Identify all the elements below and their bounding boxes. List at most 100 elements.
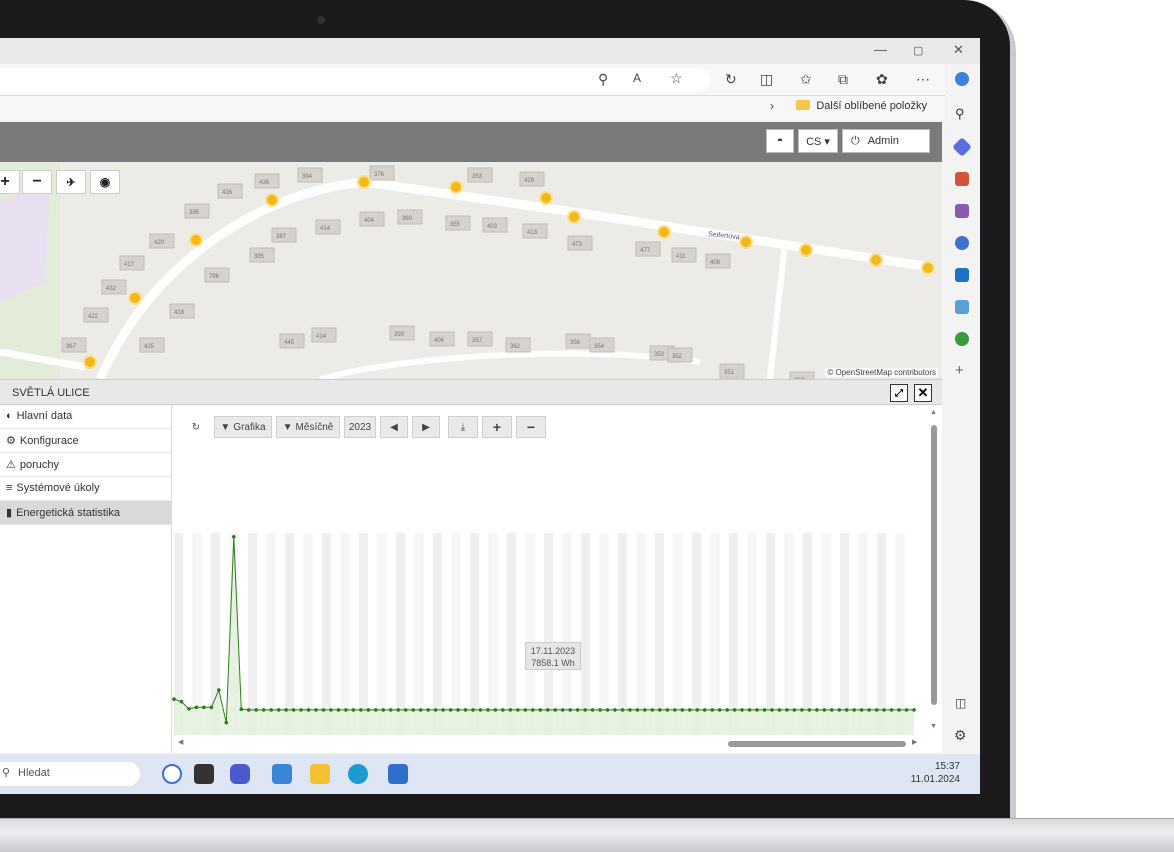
favorites-icon[interactable]: ✩	[800, 71, 812, 88]
chart-point[interactable]	[575, 708, 580, 712]
street-lamp-marker[interactable]	[539, 191, 553, 205]
chart-point[interactable]	[276, 708, 281, 712]
chart-point[interactable]	[717, 708, 722, 712]
chart-point[interactable]	[359, 708, 363, 712]
chart-point[interactable]	[852, 708, 857, 712]
collections-icon[interactable]: ⧉	[838, 71, 848, 88]
scroll-left-icon[interactable]: ◀	[178, 738, 183, 746]
map-attribution[interactable]: © OpenStreetMap contributors	[825, 368, 938, 377]
chart-point[interactable]	[179, 699, 184, 704]
chart-point[interactable]	[785, 708, 789, 712]
chart-point[interactable]	[889, 708, 894, 712]
satellite-icon[interactable]: ✈	[56, 170, 86, 194]
chart-point[interactable]	[209, 705, 214, 710]
shopping-icon[interactable]	[952, 137, 972, 157]
chart-point[interactable]	[882, 708, 886, 712]
chart-point[interactable]	[493, 708, 498, 712]
chart-point[interactable]	[740, 708, 744, 712]
chart-point[interactable]	[224, 720, 229, 725]
chart-point[interactable]	[680, 708, 685, 712]
street-lamp-marker[interactable]	[657, 225, 671, 239]
address-bar[interactable]: ⚲ A ☆	[0, 68, 710, 92]
street-lamp-marker[interactable]	[567, 210, 581, 224]
chart-point[interactable]	[433, 708, 438, 712]
outlook-icon[interactable]	[955, 268, 969, 282]
chart-point[interactable]	[710, 708, 714, 712]
chart-point[interactable]	[867, 708, 871, 712]
chart-point[interactable]	[829, 708, 834, 712]
chart-point[interactable]	[725, 708, 729, 712]
chart-point[interactable]	[687, 708, 692, 712]
chart-point[interactable]	[777, 708, 782, 712]
games-icon[interactable]	[955, 204, 969, 218]
chart-point[interactable]	[747, 708, 752, 712]
chart-point[interactable]	[702, 708, 707, 712]
chart-point[interactable]	[231, 534, 236, 539]
chart-point[interactable]	[321, 708, 326, 712]
add-icon[interactable]: +	[955, 362, 964, 379]
chart-point[interactable]	[388, 708, 393, 712]
chart-point[interactable]	[859, 708, 864, 712]
street-lamp-marker[interactable]	[869, 253, 883, 267]
favorites-folder[interactable]: Další oblíbené položky	[796, 100, 927, 112]
chart-point[interactable]	[650, 708, 655, 712]
chart-point[interactable]	[299, 708, 303, 712]
locate-icon[interactable]: ◉	[90, 170, 120, 194]
chart-point[interactable]	[568, 708, 572, 712]
map[interactable]: 394 376 353 429 436 436 395 404 360 355 403 413 387 4…	[0, 162, 942, 379]
search-icon[interactable]: ⚲	[955, 106, 965, 122]
close-window-icon[interactable]: ✕	[953, 42, 964, 58]
edge-icon[interactable]	[348, 764, 368, 784]
chart-point[interactable]	[620, 708, 625, 712]
chart-point[interactable]	[605, 708, 610, 712]
chart-point[interactable]	[239, 707, 244, 711]
chart-point[interactable]	[351, 708, 356, 712]
chart-point[interactable]	[217, 688, 221, 692]
street-lamp-marker[interactable]	[357, 175, 371, 189]
maximize-icon[interactable]: ▢	[913, 44, 923, 57]
street-lamp-marker[interactable]	[128, 291, 142, 305]
street-lamp-marker[interactable]	[265, 193, 279, 207]
chart-point[interactable]	[844, 708, 849, 712]
chart-point[interactable]	[344, 708, 348, 712]
chart-point[interactable]	[426, 708, 430, 712]
scroll-down-icon[interactable]: ▼	[930, 723, 937, 730]
chart-point[interactable]	[904, 708, 909, 712]
street-lamp-marker[interactable]	[449, 180, 463, 194]
hscrollbar-thumb[interactable]	[728, 741, 906, 747]
chart-point[interactable]	[329, 708, 333, 712]
street-lamp-marker[interactable]	[921, 261, 935, 275]
chart-point[interactable]	[471, 708, 475, 712]
chart-point[interactable]	[284, 708, 288, 712]
read-aloud-icon[interactable]: A	[633, 71, 641, 85]
menu-item[interactable]: ≡ Systémové úkoly	[0, 477, 171, 501]
chart-point[interactable]	[822, 708, 827, 712]
expand-icon[interactable]: ⤢	[890, 384, 908, 402]
menu-item[interactable]: ⚙ Konfigurace	[0, 429, 171, 453]
menu-item[interactable]: ◐ Hlavní data	[0, 405, 171, 429]
scroll-up-icon[interactable]: ▲	[930, 409, 937, 416]
chart-point[interactable]	[897, 708, 901, 712]
chart-point[interactable]	[396, 708, 401, 712]
chart-point[interactable]	[530, 708, 535, 712]
street-lamp-marker[interactable]	[189, 233, 203, 247]
chart-point[interactable]	[403, 708, 408, 712]
teams-icon[interactable]	[230, 764, 250, 784]
copilot-icon[interactable]	[955, 72, 969, 86]
chart-point[interactable]	[912, 708, 916, 712]
chart-point[interactable]	[441, 708, 445, 712]
chart-point[interactable]	[418, 708, 423, 712]
chart-point[interactable]	[538, 708, 543, 712]
bing-icon[interactable]	[162, 764, 182, 784]
scroll-right-icon[interactable]: ▶	[912, 738, 917, 746]
chart-point[interactable]	[501, 708, 505, 712]
file-explorer-icon[interactable]	[310, 764, 330, 784]
chart-point[interactable]	[411, 708, 415, 712]
chart-point[interactable]	[874, 708, 879, 712]
chart-point[interactable]	[837, 708, 842, 712]
chart-point[interactable]	[643, 708, 647, 712]
chart-point[interactable]	[246, 708, 251, 712]
zoom-out-button[interactable]: −	[22, 170, 52, 194]
chart-point[interactable]	[815, 708, 819, 712]
map-canvas[interactable]: 394 376 353 429 436 436 395 404 360 355 403 413 387 4…	[0, 162, 942, 379]
